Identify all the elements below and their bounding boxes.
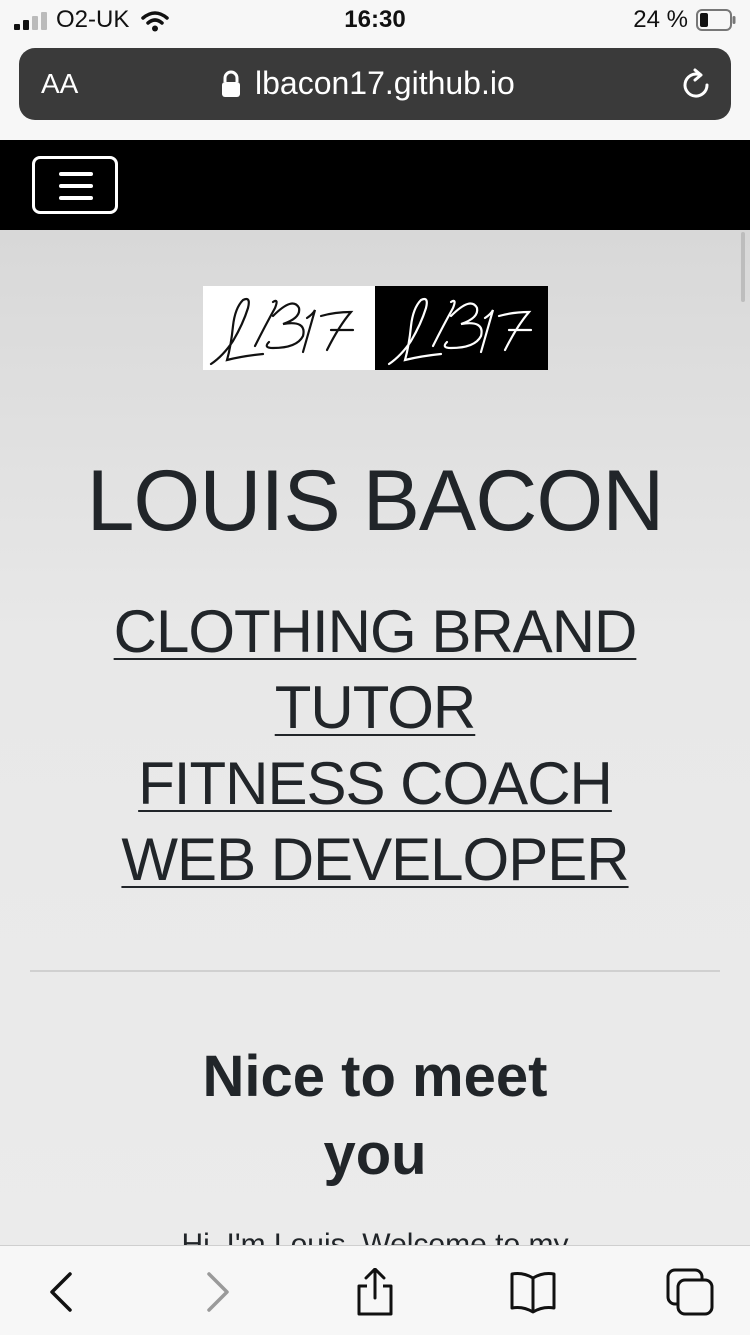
heading-line-2: you	[323, 1122, 427, 1187]
page-content: LOUIS BACON CLOTHING BRAND TUTOR FITNESS…	[0, 230, 750, 1245]
text-size-button[interactable]: AA	[41, 68, 78, 100]
browser-address-bar: AA lbacon17.github.io	[0, 42, 750, 140]
site-navbar	[0, 140, 750, 230]
role-link-clothing-brand[interactable]: CLOTHING BRAND	[114, 598, 638, 665]
bookmarks-icon[interactable]	[509, 1268, 557, 1316]
list-item: FITNESS COACH	[0, 746, 750, 822]
section-divider	[30, 970, 720, 972]
url-field[interactable]: AA lbacon17.github.io	[19, 48, 731, 120]
share-icon[interactable]	[351, 1268, 399, 1316]
list-item: WEB DEVELOPER	[0, 822, 750, 898]
text-size-label: AA	[41, 68, 79, 99]
back-icon[interactable]	[38, 1268, 86, 1316]
brand-logo	[203, 286, 548, 370]
role-link-web-developer[interactable]: WEB DEVELOPER	[121, 826, 629, 893]
intro-text: Hi, I'm Louis. Welcome to my	[181, 1228, 569, 1245]
role-link-fitness-coach[interactable]: FITNESS COACH	[138, 750, 613, 817]
roles-list: CLOTHING BRAND TUTOR FITNESS COACH WEB D…	[0, 594, 750, 898]
battery-percentage: 24 %	[633, 6, 688, 33]
list-item: TUTOR	[0, 670, 750, 746]
section-heading: Nice to meet you	[0, 1038, 750, 1194]
tabs-icon[interactable]	[666, 1268, 714, 1316]
hamburger-icon	[59, 172, 93, 200]
role-link-tutor[interactable]: TUTOR	[275, 674, 477, 741]
heading-line-1: Nice to meet	[202, 1044, 548, 1109]
scrollbar[interactable]	[741, 232, 745, 302]
menu-toggle-button[interactable]	[32, 156, 118, 214]
page-title: LOUIS BACON	[86, 453, 665, 549]
signature-logo-icon	[209, 297, 533, 366]
battery-icon	[696, 9, 736, 31]
lock-icon	[222, 70, 240, 97]
url-text: lbacon17.github.io	[255, 65, 515, 101]
forward-icon[interactable]	[193, 1268, 241, 1316]
status-bar: O2-UK 16:30 24 %	[0, 0, 750, 42]
list-item: CLOTHING BRAND	[0, 594, 750, 670]
reload-icon[interactable]	[679, 68, 713, 102]
browser-toolbar	[0, 1245, 750, 1335]
